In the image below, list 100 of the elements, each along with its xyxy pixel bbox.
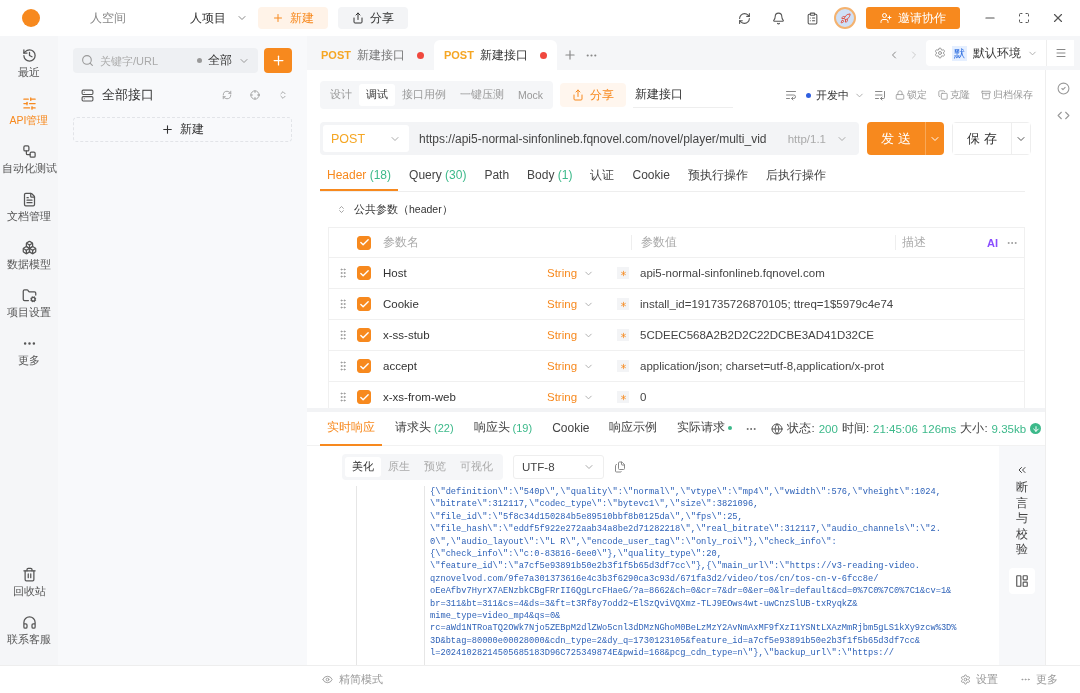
- time-label: 时间:: [841, 421, 870, 436]
- nav-item[interactable]: 回收站: [0, 563, 58, 603]
- nav-item[interactable]: 自动化测试: [0, 140, 58, 180]
- param-tab[interactable]: Cookie: [625, 161, 677, 191]
- row-checkbox[interactable]: [357, 266, 371, 280]
- mode-tab[interactable]: 调试: [359, 84, 395, 106]
- expand-collapse-icon[interactable]: [278, 90, 288, 100]
- menu-icon[interactable]: [1046, 40, 1074, 66]
- download-icon[interactable]: [1030, 423, 1042, 434]
- environment-select[interactable]: 默 默认环境: [926, 40, 1046, 66]
- param-tab[interactable]: Body (1): [520, 161, 580, 191]
- filter-select[interactable]: 全部: [197, 53, 250, 68]
- document-tab[interactable]: POST 新建接口: [433, 40, 557, 70]
- response-tab[interactable]: 实际请求: [670, 411, 740, 446]
- code-line: rc=aWd1NTRoaTQ2OWk7Njo5ZEBpM2dlZWo5cnl3dDMzNGhoM0BeLzMzY2AvNmAxMF9fXzI1YSNtLXAzMmRjbm5gLS1kXy9zcw%3D%: [430, 622, 958, 635]
- size-label: 大小:: [960, 421, 988, 436]
- cubes-icon: [21, 240, 37, 255]
- view-tab[interactable]: 美化: [345, 457, 381, 477]
- add-tab-icon[interactable]: [562, 48, 577, 62]
- param-tab[interactable]: 认证: [583, 161, 622, 191]
- response-size: 9.35kb: [991, 422, 1027, 435]
- param-name: x-ss-stub: [382, 329, 431, 341]
- required-icon[interactable]: [617, 267, 629, 279]
- share-button[interactable]: 分享: [338, 7, 408, 29]
- param-tab[interactable]: 后执行操作: [758, 161, 833, 191]
- copy-icon: [938, 90, 948, 100]
- collapse-icon[interactable]: [337, 205, 346, 214]
- sliders-icon: [21, 96, 37, 111]
- drag-handle-icon[interactable]: [337, 391, 349, 403]
- code-line: \"file_id\":\"5f8c34d150284b5e89510bbf8b0125da\",\"fps\":25,: [430, 510, 744, 524]
- workspace-name[interactable]: 人空间: [90, 9, 180, 27]
- add-button[interactable]: [264, 48, 292, 73]
- param-tab[interactable]: Path: [477, 161, 517, 191]
- status-code: 200: [818, 422, 838, 435]
- lock-icon: [895, 90, 905, 100]
- drag-handle-icon[interactable]: [337, 267, 349, 279]
- required-icon[interactable]: [617, 329, 629, 341]
- select-all-checkbox[interactable]: [357, 235, 371, 250]
- response-tab[interactable]: 响应头 (19): [466, 411, 540, 446]
- gear-icon: [934, 47, 946, 59]
- nav-item[interactable]: 联系客服: [0, 611, 58, 651]
- double-chevron-icon: [1016, 464, 1028, 476]
- user-plus-icon: [880, 12, 892, 24]
- check-circle-icon[interactable]: [1056, 82, 1070, 95]
- response-tab[interactable]: Cookie: [545, 411, 597, 446]
- share-icon: [352, 12, 364, 24]
- document-tab[interactable]: POST 新建接口: [311, 40, 434, 70]
- ai-label[interactable]: AI: [987, 236, 998, 249]
- response-tab[interactable]: 响应示例: [602, 411, 665, 446]
- param-tab[interactable]: Query (30): [402, 161, 474, 191]
- param-value: api5-normal-sinfonlineb.fqnovel.com: [639, 267, 826, 279]
- archive-icon: [981, 90, 991, 100]
- layout-icon[interactable]: [1009, 567, 1035, 594]
- globe-icon: [771, 422, 784, 435]
- status-select[interactable]: 开发中: [804, 87, 867, 103]
- encoding-select[interactable]: UTF-8: [513, 455, 604, 479]
- drag-handle-icon[interactable]: [337, 298, 349, 310]
- drag-handle-icon[interactable]: [337, 360, 349, 372]
- code-line: \"file_hash\":\"eddf5f922e272aab34a8be2d71282218\",\"real_bitrate\":312117,\"audio_channels\":\"2.: [430, 523, 942, 536]
- assertion-panel-toggle[interactable]: 断言与校验: [1013, 464, 1031, 558]
- param-name: Cookie: [382, 298, 420, 310]
- column-header: 参数值: [631, 235, 895, 250]
- drag-handle-icon[interactable]: [337, 329, 349, 341]
- code-line: {\"check_info\":\"c:0-83816-6ee0\"},\"quality_type\":20,: [430, 548, 723, 561]
- nav-item[interactable]: 文档管理: [0, 188, 58, 228]
- code-icon[interactable]: [1056, 109, 1070, 122]
- search-field[interactable]: 关键字/URL 全部: [73, 48, 258, 73]
- tree-item[interactable]: 全部接口: [102, 86, 214, 104]
- project-name[interactable]: 人项目: [190, 9, 226, 27]
- nav-item[interactable]: 最近: [0, 44, 58, 84]
- new-api-button[interactable]: 新建: [73, 117, 292, 142]
- param-name: accept: [382, 360, 418, 372]
- save-options-button[interactable]: [1011, 123, 1030, 154]
- row-checkbox[interactable]: [357, 359, 371, 373]
- list-icon[interactable]: [874, 89, 886, 101]
- param-value: install_id=191735726870105; ttreq=1$5979c4e74: [639, 298, 895, 310]
- row-checkbox[interactable]: [357, 328, 371, 342]
- param-tab[interactable]: 预执行操作: [680, 161, 755, 191]
- locate-icon[interactable]: [250, 90, 260, 100]
- row-checkbox[interactable]: [357, 390, 371, 404]
- document-icon: [21, 192, 37, 207]
- required-icon[interactable]: [617, 391, 629, 403]
- copy-icon[interactable]: [614, 461, 626, 473]
- response-tab[interactable]: 请求头 (22): [388, 411, 461, 446]
- code-line: \"feature_id\":\"a7cf5e93891b50e2b3f1f5b65d3df7cc\"},{\"main_url\":\"https://v3-reading-video.: [430, 560, 922, 573]
- nav-item[interactable]: 更多: [0, 332, 58, 372]
- param-value: application/json; charset=utf-8,application/x-prot: [639, 360, 885, 372]
- history-icon: [21, 48, 37, 63]
- required-icon[interactable]: [617, 360, 629, 372]
- row-checkbox[interactable]: [357, 297, 371, 311]
- format-icon[interactable]: [785, 89, 797, 101]
- flow-icon: [21, 144, 37, 159]
- avatar[interactable]: [834, 7, 856, 29]
- code-line: oEeAfbv7HyrX7AENzbkCBgFRrII6QgLrcFHaeG/?a=8662&ch=0&cr=7&dr=0&er=0&lr=default&cd=0%7C0%7C0%7C1&cv=1&: [430, 585, 953, 598]
- nav-item[interactable]: 数据模型: [0, 236, 58, 276]
- nav-item[interactable]: 项目设置: [0, 284, 58, 324]
- required-icon[interactable]: [617, 298, 629, 310]
- plus-icon: [270, 53, 286, 68]
- response-time: 21:45:06: [873, 422, 918, 435]
- code-line: mime_type=video_mp4&qs=0&: [430, 610, 562, 623]
